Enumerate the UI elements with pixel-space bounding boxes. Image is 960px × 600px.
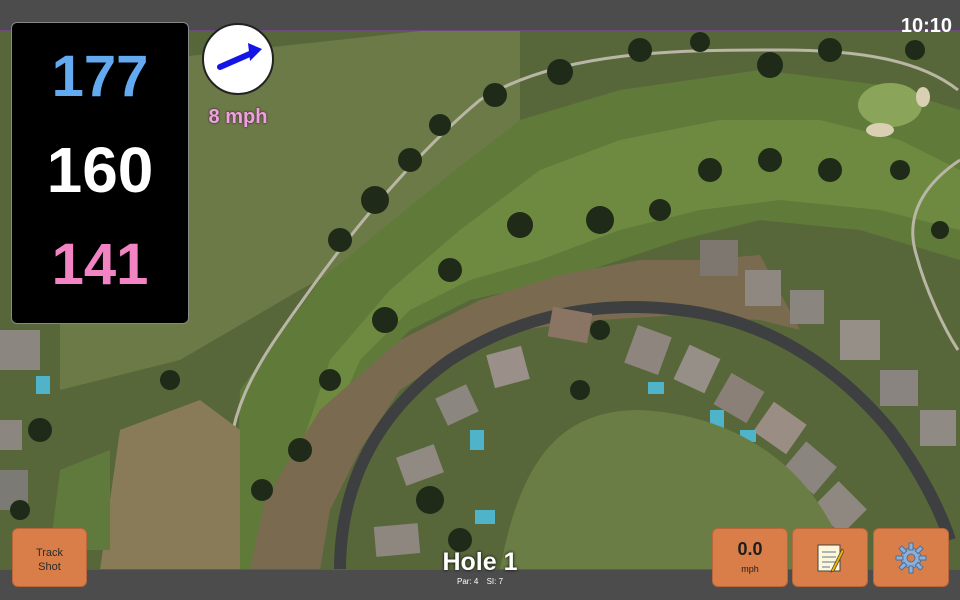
track-shot-label-line2: Shot [38,561,61,573]
middle-yardage: 160 [46,134,154,206]
wind-direction-arrow-icon [217,43,262,70]
golf-gps-screen: 10:10 177 160 141 8 mph Track Shot Hole … [0,0,960,600]
yardage-panel: 177 160 141 [11,22,189,324]
wind-indicator [202,23,274,95]
notepad-icon [817,544,844,573]
notes-button[interactable] [792,528,868,587]
settings-button[interactable] [873,528,949,587]
hole-info: Par: 4 SI: 7 [380,577,580,586]
hole-stroke-index: SI: 7 [486,577,504,586]
hole-title: Hole 1 [442,548,518,576]
wind-speed-label: 8 mph [208,106,268,128]
gear-icon [895,542,927,573]
front-yardage: 141 [51,232,149,297]
track-shot-button[interactable]: Track Shot [12,528,87,587]
speed-value: 0.0 [737,539,763,559]
hole-par: Par: 4 [456,577,479,586]
back-yardage: 177 [51,44,149,109]
speed-unit: mph [741,564,759,574]
track-shot-label-line1: Track [35,547,64,559]
speed-button[interactable]: 0.0 mph [712,528,788,587]
clock-time: 10:10 [900,15,952,37]
